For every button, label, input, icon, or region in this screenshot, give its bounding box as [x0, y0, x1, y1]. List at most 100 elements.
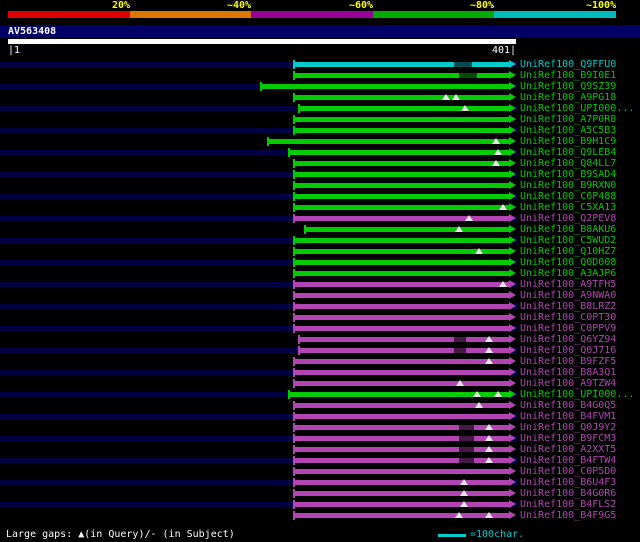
hit-label[interactable]: UniRef100_B4G0Q5: [520, 401, 616, 411]
hit-label[interactable]: UniRef100_Q9SZ39: [520, 82, 616, 92]
alignment-bar[interactable]: [293, 205, 510, 210]
hit-label[interactable]: UniRef100_B4FLS2: [520, 500, 616, 510]
hit-label[interactable]: UniRef100_Q0J9Y2: [520, 423, 616, 433]
hit-label[interactable]: UniRef100_C5XA13: [520, 203, 616, 213]
alignment-bar[interactable]: [293, 414, 510, 419]
hit-row: UniRef100_C0P5D0: [0, 466, 640, 477]
low-identity-segment: [458, 436, 475, 441]
hit-label[interactable]: UniRef100_B9SAD4: [520, 170, 616, 180]
hit-label[interactable]: UniRef100_Q9LEB4: [520, 148, 616, 158]
alignment-bar[interactable]: [293, 304, 510, 309]
hit-label[interactable]: UniRef100_Q84LL7: [520, 159, 616, 169]
hit-row: UniRef100_UPI000...: [0, 103, 640, 114]
query-gap-icon: [485, 424, 494, 430]
alignment-arrow-icon: [509, 500, 516, 508]
alignment-bar[interactable]: [293, 161, 510, 166]
hit-label[interactable]: UniRef100_Q9FFU0: [520, 60, 616, 70]
alignment-arrow-icon: [509, 82, 516, 90]
alignment-bar[interactable]: [293, 282, 510, 287]
alignment-bar[interactable]: [293, 480, 510, 485]
alignment-bar[interactable]: [293, 359, 510, 364]
alignment-bar[interactable]: [293, 458, 510, 463]
alignment-bar[interactable]: [293, 73, 510, 78]
alignment-arrow-icon: [509, 291, 516, 299]
alignment-bar[interactable]: [293, 326, 510, 331]
alignment-bar[interactable]: [293, 513, 510, 518]
hit-label[interactable]: UniRef100_Q0J716: [520, 346, 616, 356]
hit-label[interactable]: UniRef100_A9TZW4: [520, 379, 616, 389]
hit-label[interactable]: UniRef100_C6P488: [520, 192, 616, 202]
hit-label[interactable]: UniRef100_A3AJP6: [520, 269, 616, 279]
alignment-start-tick: [292, 170, 295, 179]
alignment-bar[interactable]: [293, 491, 510, 496]
hit-label[interactable]: UniRef100_B4F9G5: [520, 511, 616, 521]
low-identity-segment: [458, 447, 475, 452]
hit-label[interactable]: UniRef100_Q10HZ7: [520, 247, 616, 257]
alignment-bar[interactable]: [293, 128, 510, 133]
hit-label[interactable]: UniRef100_A9PG18: [520, 93, 616, 103]
alignment-bar[interactable]: [305, 227, 510, 232]
hit-row: UniRef100_C0PPV9: [0, 323, 640, 334]
hit-label[interactable]: UniRef100_B8LRZ2: [520, 302, 616, 312]
query-gap-icon: [461, 105, 470, 111]
hit-label[interactable]: UniRef100_A9TFH5: [520, 280, 616, 290]
hit-label[interactable]: UniRef100_A5C5B3: [520, 126, 616, 136]
hit-label[interactable]: UniRef100_B9I0E1: [520, 71, 616, 81]
alignment-bar[interactable]: [293, 194, 510, 199]
hit-label[interactable]: UniRef100_Q6YZ94: [520, 335, 616, 345]
alignment-bar[interactable]: [293, 315, 510, 320]
alignment-start-tick: [292, 126, 295, 135]
hit-label[interactable]: UniRef100_B9RXN0: [520, 181, 616, 191]
hit-label[interactable]: UniRef100_C0PT30: [520, 313, 616, 323]
hit-label[interactable]: UniRef100_B9H1C9: [520, 137, 616, 147]
hit-label[interactable]: UniRef100_B4FTW4: [520, 456, 616, 466]
alignment-bar[interactable]: [293, 381, 510, 386]
scale-segment-red: [8, 11, 130, 18]
alignment-bar[interactable]: [293, 62, 510, 67]
alignment-bar[interactable]: [293, 502, 510, 507]
hit-row: UniRef100_C0PT30: [0, 312, 640, 323]
alignment-bar[interactable]: [268, 139, 510, 144]
alignment-bar[interactable]: [293, 436, 510, 441]
alignment-bar[interactable]: [293, 469, 510, 474]
hit-label[interactable]: UniRef100_A7P0R8: [520, 115, 616, 125]
hit-row: UniRef100_UPI000...: [0, 389, 640, 400]
hit-label[interactable]: UniRef100_B8AKU6: [520, 225, 616, 235]
hit-label[interactable]: UniRef100_UPI000...: [520, 390, 634, 400]
hit-label[interactable]: UniRef100_B9FZF5: [520, 357, 616, 367]
alignment-bar[interactable]: [293, 117, 510, 122]
query-gap-icon: [485, 347, 494, 353]
alignment-bar[interactable]: [288, 150, 510, 155]
alignment-bar[interactable]: [293, 293, 510, 298]
hit-label[interactable]: UniRef100_C5WUD2: [520, 236, 616, 246]
hit-label[interactable]: UniRef100_Q2PEV8: [520, 214, 616, 224]
alignment-bar[interactable]: [293, 95, 510, 100]
hit-row: UniRef100_B9I0E1: [0, 70, 640, 81]
hit-label[interactable]: UniRef100_B9FCM3: [520, 434, 616, 444]
hit-label[interactable]: UniRef100_B8A3Q1: [520, 368, 616, 378]
hit-label[interactable]: UniRef100_Q0D008: [520, 258, 616, 268]
alignment-bar[interactable]: [293, 370, 510, 375]
hit-label[interactable]: UniRef100_C0P5D0: [520, 467, 616, 477]
hit-label[interactable]: UniRef100_A2XXT5: [520, 445, 616, 455]
hit-label[interactable]: UniRef100_A9NWA0: [520, 291, 616, 301]
alignment-bar[interactable]: [298, 337, 510, 342]
hit-label[interactable]: UniRef100_UPI000...: [520, 104, 634, 114]
alignment-bar[interactable]: [260, 84, 510, 89]
hit-label[interactable]: UniRef100_C0PPV9: [520, 324, 616, 334]
hit-label[interactable]: UniRef100_B6U4F3: [520, 478, 616, 488]
alignment-bar[interactable]: [293, 238, 510, 243]
alignment-bar[interactable]: [293, 425, 510, 430]
alignment-bar[interactable]: [293, 260, 510, 265]
alignment-bar[interactable]: [293, 271, 510, 276]
alignment-bar[interactable]: [298, 348, 510, 353]
alignment-bar[interactable]: [293, 172, 510, 177]
alignment-arrow-icon: [509, 335, 516, 343]
hit-label[interactable]: UniRef100_B4FVM1: [520, 412, 616, 422]
alignment-bar[interactable]: [293, 447, 510, 452]
alignment-bar[interactable]: [293, 183, 510, 188]
alignment-bar[interactable]: [293, 216, 510, 221]
alignment-bar[interactable]: [298, 106, 510, 111]
scale-100char-line-icon: [438, 534, 466, 537]
hit-label[interactable]: UniRef100_B4G0R6: [520, 489, 616, 499]
